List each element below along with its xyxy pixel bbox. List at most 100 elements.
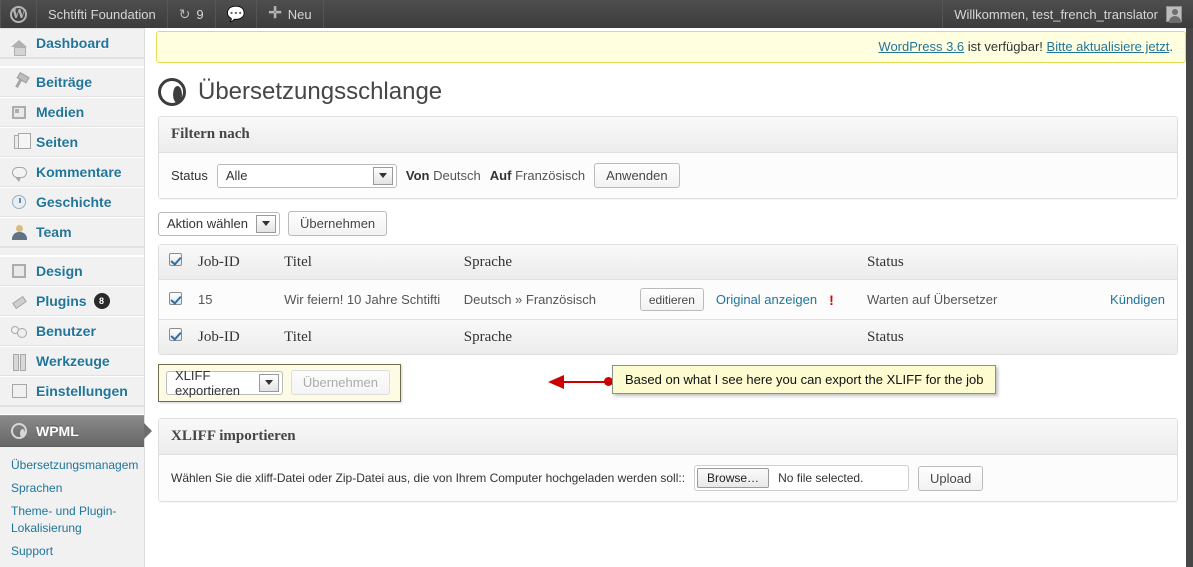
footer-title[interactable]: Titel [276, 319, 456, 354]
filter-panel-heading: Filtern nach [159, 117, 1177, 153]
settings-icon [9, 381, 29, 401]
browse-button[interactable]: Browse… [697, 468, 770, 488]
update-notice: WordPress 3.6 ist verfügbar! Bitte aktua… [156, 31, 1186, 63]
sidebar-item-seiten[interactable]: Seiten [0, 127, 144, 157]
xliff-import-panel: XLIFF importieren Wählen Sie die xliff-D… [158, 418, 1178, 502]
table-row: 15 Wir feiern! 10 Jahre Schtifti Deutsch… [159, 280, 1177, 319]
sidebar-item-label: Kommentare [36, 164, 122, 180]
sidebar-item-label: Benutzer [36, 323, 96, 339]
header-job-id[interactable]: Job-ID [190, 245, 277, 280]
sidebar-item-dashboard[interactable]: Dashboard [0, 28, 144, 58]
sidebar-item-wpml[interactable]: WPML [0, 415, 152, 447]
row-action-group: editieren Original anzeigen ! [639, 288, 851, 311]
filter-row: Status Alle Von Deutsch Auf Französisch … [171, 163, 1165, 188]
sidebar-subitem-theme-plugin-lokalisierung[interactable]: Theme- und Plugin-Lokalisierung [0, 500, 144, 540]
header-language[interactable]: Sprache [455, 245, 632, 280]
source-language-label: Von Deutsch [406, 168, 481, 183]
sidebar-separator-2 [0, 247, 144, 256]
status-filter-select[interactable]: Alle [216, 163, 397, 188]
table-footer-row: Job-ID Titel Sprache Status [159, 319, 1177, 354]
edit-job-button[interactable]: editieren [639, 288, 704, 311]
footer-language[interactable]: Sprache [455, 319, 632, 354]
wordpress-admin-page: W Schtifti Foundation ↻ 9 💬 ✛ Neu Willko… [0, 0, 1193, 567]
cell-language: Deutsch » Französisch [455, 280, 632, 319]
cancel-job-link[interactable]: Kündigen [1110, 292, 1165, 307]
cell-cancel: Kündigen [1102, 280, 1177, 319]
footer-job-id[interactable]: Job-ID [190, 319, 277, 354]
new-content-button[interactable]: ✛ Neu [257, 0, 324, 28]
sidebar-item-design[interactable]: Design [0, 256, 144, 286]
site-name-menu[interactable]: Schtifti Foundation [37, 0, 168, 28]
select-all-header [159, 245, 190, 280]
wpml-submenu: Übersetzungsmanagem Sprachen Theme- und … [0, 447, 144, 567]
wordpress-logo-icon: W [10, 5, 27, 23]
row-select-cell [159, 280, 190, 319]
upload-button[interactable]: Upload [918, 465, 984, 491]
update-notice-text-middle: ist verfügbar! [964, 39, 1047, 54]
sidebar-item-label: Medien [36, 104, 85, 120]
update-notice-text-end: . [1169, 39, 1173, 54]
team-user-icon [9, 222, 29, 242]
bulk-action-select[interactable]: Aktion wählen [158, 211, 280, 236]
view-original-link[interactable]: Original anzeigen [716, 292, 817, 307]
to-value: Französisch [515, 168, 586, 183]
history-clock-icon [9, 192, 29, 212]
bulk-actions-top: Aktion wählen Übernehmen [158, 211, 1185, 236]
header-status[interactable]: Status [859, 245, 1103, 280]
sidebar-item-kommentare[interactable]: Kommentare [0, 157, 144, 187]
file-upload-input[interactable]: Browse… No file selected. [694, 465, 910, 491]
account-menu[interactable]: Willkommen, test_french_translator [942, 0, 1193, 28]
xliff-export-apply-button[interactable]: Übernehmen [290, 370, 390, 395]
plugins-update-badge: 8 [93, 293, 110, 309]
sidebar-item-benutzer[interactable]: Benutzer [0, 316, 144, 346]
xliff-import-row: Wählen Sie die xliff-Datei oder Zip-Date… [171, 465, 1165, 491]
sidebar-item-einstellungen[interactable]: Einstellungen [0, 376, 144, 406]
updates-button[interactable]: ↻ 9 [168, 0, 216, 28]
sidebar-item-beitraege[interactable]: Beiträge [0, 67, 144, 97]
target-language-label: Auf Französisch [490, 168, 585, 183]
select-all-checkbox[interactable] [169, 253, 182, 266]
sidebar-item-team[interactable]: Team [0, 217, 144, 247]
admin-bar: W Schtifti Foundation ↻ 9 💬 ✛ Neu Willko… [0, 0, 1193, 28]
wordpress-logo-button[interactable]: W [0, 0, 37, 28]
comments-button[interactable]: 💬 [216, 0, 258, 28]
update-now-link[interactable]: Bitte aktualisiere jetzt [1047, 39, 1170, 54]
xliff-import-heading: XLIFF importieren [159, 419, 1177, 455]
chevron-down-icon [258, 373, 279, 392]
page-title: Übersetzungsschlange [158, 78, 1185, 106]
comments-bubble-icon [9, 162, 29, 182]
sidebar-separator-3 [0, 406, 144, 415]
sidebar-subitem-uebersetzungsmanagement[interactable]: Übersetzungsmanagem [0, 454, 144, 477]
chevron-down-icon [372, 166, 393, 185]
cell-status: Warten auf Übersetzer [859, 280, 1103, 319]
header-cancel [1102, 245, 1177, 280]
sidebar-item-werkzeuge[interactable]: Werkzeuge [0, 346, 144, 376]
sidebar-item-medien[interactable]: Medien [0, 97, 144, 127]
sidebar-item-label: Einstellungen [36, 383, 128, 399]
sidebar-item-label: Beiträge [36, 74, 93, 90]
from-value: Deutsch [433, 168, 481, 183]
site-name-label: Schtifti Foundation [48, 6, 156, 22]
sidebar-item-plugins[interactable]: Plugins 8 [0, 286, 144, 316]
cell-actions: editieren Original anzeigen ! [631, 280, 860, 319]
header-title[interactable]: Titel [276, 245, 456, 280]
row-checkbox[interactable] [169, 291, 182, 305]
status-filter-value: Alle [225, 168, 248, 183]
wordpress-version-link[interactable]: WordPress 3.6 [878, 39, 964, 54]
footer-cancel [1102, 319, 1177, 354]
select-all-checkbox-footer[interactable] [169, 328, 182, 341]
apply-filter-button[interactable]: Anwenden [594, 163, 680, 188]
header-actions [631, 245, 860, 280]
filter-panel: Filtern nach Status Alle Von Deutsch Auf… [158, 116, 1178, 199]
bulk-action-value: Aktion wählen [167, 216, 248, 231]
sidebar-item-geschichte[interactable]: Geschichte [0, 187, 144, 217]
sidebar-subitem-support[interactable]: Support [0, 540, 144, 563]
footer-status[interactable]: Status [859, 319, 1103, 354]
sidebar-subitem-wp-menues-synchr[interactable]: WP Menüs synchr. [0, 563, 144, 567]
admin-sidebar: Dashboard Beiträge Medien Seiten Komment… [0, 28, 152, 567]
bulk-action-apply-button[interactable]: Übernehmen [288, 211, 388, 236]
status-filter-label: Status [171, 168, 208, 183]
callout-arrow-head-icon [548, 375, 564, 389]
sidebar-subitem-sprachen[interactable]: Sprachen [0, 477, 144, 500]
xliff-export-select[interactable]: XLIFF exportieren [166, 368, 283, 398]
